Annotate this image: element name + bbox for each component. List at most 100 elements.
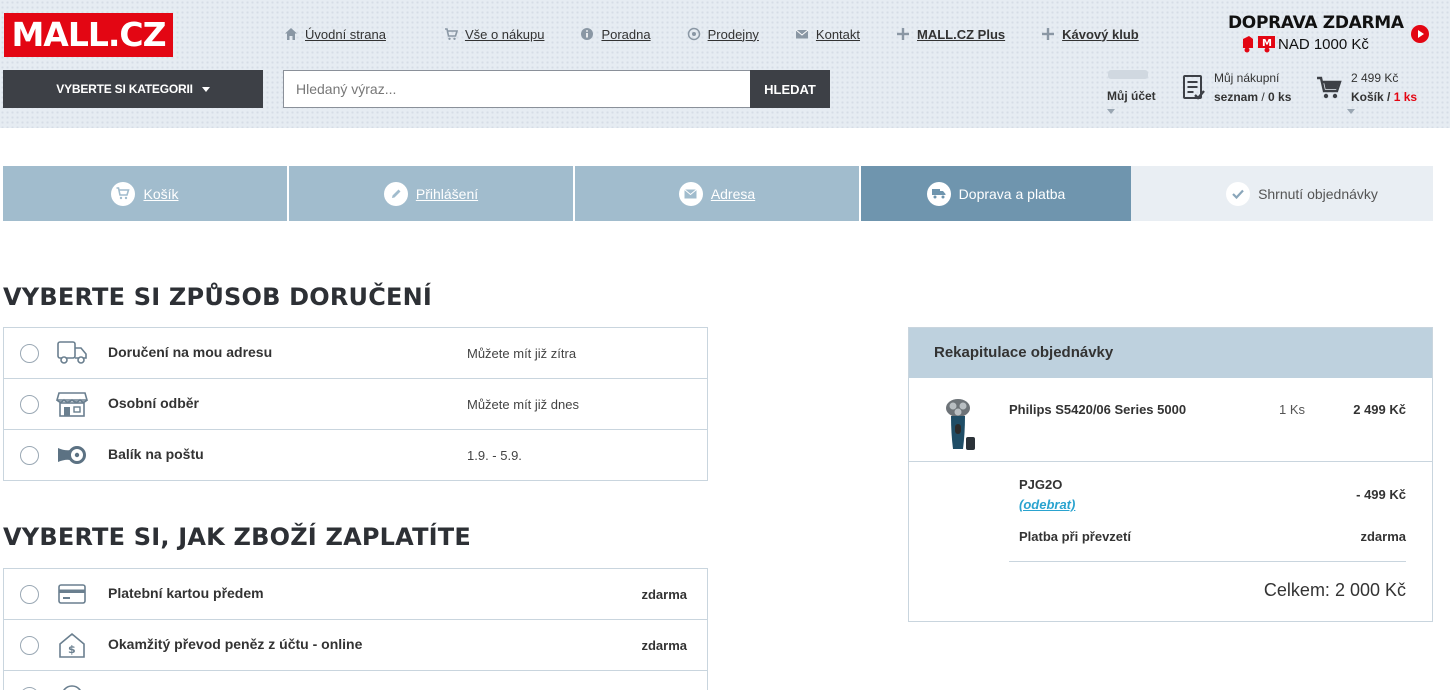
delivery-pickup-radio[interactable] [20, 395, 39, 414]
summary-product-row: Philips S5420/06 Series 5000 1 Ks 2 499 … [909, 378, 1432, 462]
product-price: 2 499 Kč [1353, 402, 1406, 417]
delivery-option-name: Balík na poštu [108, 446, 204, 462]
delivery-option-post[interactable]: Balík na poštu 1.9. - 5.9. [4, 430, 707, 481]
order-summary: Rekapitulace objednávky Philips S5420/06… [908, 327, 1433, 622]
wishlist-label-2: seznam [1214, 90, 1259, 104]
coupon-discount: - 499 Kč [1356, 487, 1406, 502]
wishlist[interactable]: Můj nákupní seznam / 0 ks [1183, 70, 1308, 110]
summary-divider [1009, 561, 1406, 562]
payment-method-label: Platba při převzetí [1019, 529, 1131, 544]
wishlist-count: 0 ks [1268, 90, 1292, 104]
delivery-option-pickup[interactable]: Osobní odběr Můžete mít již dnes [4, 379, 707, 430]
product-quantity: 1 Ks [1279, 402, 1306, 417]
step-order-summary-label: Shrnutí objednávky [1258, 185, 1378, 202]
delivery-option-name: Osobní odběr [108, 395, 199, 411]
info-icon [580, 27, 594, 41]
wishlist-count-line: seznam / 0 ks [1214, 90, 1292, 104]
free-shipping-title: DOPRAVA ZDARMA [1228, 13, 1404, 33]
cart-count-line: Košík / 1 ks [1351, 90, 1418, 104]
step-cart-label: Košík [143, 185, 179, 202]
svg-text:M: M [1262, 38, 1272, 49]
payment-option-price: zdarma [641, 587, 687, 602]
payment-options: Platební kartou předem zdarma $ Okamžitý… [3, 568, 708, 690]
delivery-heading: VYBERTE SI ZPŮSOB DORUČENÍ [3, 283, 433, 311]
top-navigation: Úvodní strana Vše o nákupu Poradna Prode… [284, 24, 1175, 44]
category-button[interactable]: VYBERTE SI KATEGORII [3, 70, 263, 108]
payment-card-radio[interactable] [20, 585, 39, 604]
chevron-down-icon [1107, 109, 1115, 114]
coupon-remove-link[interactable]: (odebrat) [1019, 497, 1075, 512]
nav-shopping-info[interactable]: Vše o nákupu [444, 26, 545, 42]
step-shipping-payment-label: Doprava a platba [958, 185, 1066, 202]
play-icon[interactable] [1411, 25, 1429, 43]
search-button[interactable]: HLEDAT [750, 70, 830, 108]
cart-label: Košík [1351, 90, 1384, 104]
delivery-option-info: Můžete mít již zítra [467, 346, 577, 361]
nav-contact[interactable]: Kontakt [795, 27, 860, 42]
payment-option-more[interactable] [4, 671, 707, 690]
cart-icon [111, 181, 136, 206]
delivery-truck-icon: M [1243, 36, 1275, 53]
delivery-option-info: 1.9. - 5.9. [467, 448, 522, 463]
truck-icon [926, 181, 951, 206]
payment-option-name: Okamžitý převod peněz z účtu - online [108, 636, 363, 652]
store-icon [687, 27, 701, 41]
free-shipping-banner[interactable]: DOPRAVA ZDARMA M NAD 1000 Kč [1228, 13, 1433, 55]
delivery-post-radio[interactable] [20, 446, 39, 465]
my-account-label: Můj účet [1107, 89, 1156, 103]
step-order-summary: Shrnutí objednávky [1131, 166, 1433, 221]
mail-icon [678, 181, 703, 206]
payment-option-card[interactable]: Platební kartou předem zdarma [4, 569, 707, 620]
nav-mall-plus[interactable]: MALL.CZ Plus [896, 27, 1005, 42]
nav-advice[interactable]: Poradna [580, 26, 651, 42]
step-cart[interactable]: Košík [3, 166, 287, 221]
free-shipping-subtitle: NAD 1000 Kč [1278, 36, 1369, 53]
cart[interactable]: 2 499 Kč Košík / 1 ks [1316, 70, 1436, 118]
order-total: Celkem: 2 000 Kč [1263, 580, 1406, 600]
step-address-label: Adresa [710, 185, 756, 202]
shopping-list-icon [1183, 75, 1205, 101]
nav-home[interactable]: Úvodní strana [284, 27, 386, 42]
cart-count: 1 ks [1393, 90, 1418, 104]
account-name-redacted [1108, 70, 1148, 79]
nav-stores[interactable]: Prodejny [687, 27, 759, 42]
step-address[interactable]: Adresa [575, 166, 859, 221]
delivery-option-name: Doručení na mou adresu [108, 344, 273, 360]
nav-advice-label: Poradna [601, 26, 651, 42]
nav-coffee-club[interactable]: Kávový klub [1041, 27, 1139, 42]
coupon-code: PJG2O [1019, 477, 1063, 492]
checkout-steps: Košík Přihlášení Adresa Doprava a platba… [3, 166, 1433, 221]
delivery-option-info: Můžete mít již dnes [467, 397, 579, 412]
store-icon [55, 391, 89, 417]
bank-transfer-icon: $ [56, 632, 88, 658]
mall-logo[interactable]: MALL.CZ [4, 13, 173, 57]
truck-icon [56, 340, 88, 366]
post-horn-icon [56, 442, 88, 468]
nav-shopping-info-label: Vše o nákupu [464, 26, 545, 42]
home-icon [284, 27, 298, 41]
chevron-down-icon [1347, 109, 1355, 114]
site-header: MALL.CZ Úvodní strana Vše o nákupu Porad… [0, 0, 1450, 128]
delivery-option-home[interactable]: Doručení na mou adresu Můžete mít již zí… [4, 328, 707, 379]
payment-transfer-radio[interactable] [20, 636, 39, 655]
delivery-options: Doručení na mou adresu Můžete mít již zí… [3, 327, 708, 481]
search-input[interactable] [283, 70, 751, 108]
step-login[interactable]: Přihlášení [289, 166, 573, 221]
payment-heading: VYBERTE SI, JAK ZBOŽÍ ZAPLATÍTE [3, 523, 471, 551]
my-account[interactable]: Můj účet [1106, 68, 1176, 116]
nav-coffee-club-label: Kávový klub [1062, 26, 1139, 42]
product-name[interactable]: Philips S5420/06 Series 5000 [1009, 402, 1186, 417]
payment-option-name: Platební kartou předem [108, 585, 264, 601]
cart-icon [1316, 76, 1342, 100]
svg-text:$: $ [68, 643, 76, 656]
mail-icon [795, 27, 809, 41]
plus-icon [896, 27, 910, 41]
cart-icon [444, 27, 458, 41]
payment-option-transfer[interactable]: $ Okamžitý převod peněz z účtu - online … [4, 620, 707, 671]
product-image[interactable] [937, 397, 979, 453]
nav-contact-label: Kontakt [815, 26, 861, 42]
delivery-home-radio[interactable] [20, 344, 39, 363]
nav-home-label: Úvodní strana [305, 26, 386, 42]
step-login-label: Přihlášení [415, 185, 479, 202]
payment-method-price: zdarma [1360, 529, 1406, 544]
